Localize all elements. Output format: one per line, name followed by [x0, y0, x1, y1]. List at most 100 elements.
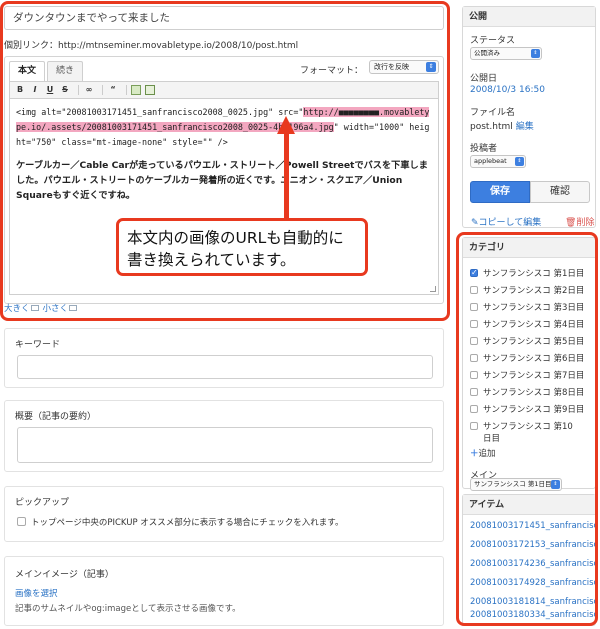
category-label: サンフランシスコ 第9日目 [483, 405, 585, 415]
author-value: applebeat [474, 157, 507, 165]
copy-edit-link[interactable]: ✎コピーして編集 [471, 215, 541, 228]
preview-button[interactable]: 確認 [530, 181, 590, 203]
format-select-value: 改行を反映 [374, 63, 409, 71]
category-checkbox[interactable] [470, 320, 478, 328]
category-item[interactable]: サンフランシスコ 第5日目 [470, 336, 584, 348]
category-label: サンフランシスコ 第10 [483, 422, 573, 432]
category-checkbox[interactable] [470, 286, 478, 294]
publish-heading: 公開 [463, 7, 595, 27]
expand-icon [30, 305, 39, 311]
category-label-continued: 日目 [483, 434, 501, 444]
title-input[interactable]: ダウンタウンまでやって来ました [4, 6, 444, 30]
pickup-checkbox[interactable] [17, 517, 26, 526]
chevron-updown-icon: ⇕ [426, 62, 436, 72]
resize-handle-icon[interactable] [430, 286, 436, 292]
category-item[interactable]: サンフランシスコ 第10 [470, 421, 573, 433]
add-category-link[interactable]: ＋追加 [470, 448, 496, 460]
image-tag-code: <img alt="20081003171451_sanfrancisco200… [16, 105, 432, 150]
category-checkbox[interactable] [470, 371, 478, 379]
shrink-icon [69, 305, 78, 311]
size-smaller-link[interactable]: 小さく [43, 302, 78, 314]
keyword-input[interactable] [17, 355, 433, 379]
category-checkbox[interactable] [470, 354, 478, 362]
publish-panel: 公開 ステータス 公開済み ⇕ 公開日 2008/10/3 16:50 ファイル… [462, 6, 596, 228]
save-button[interactable]: 保存 [470, 181, 530, 203]
category-item[interactable]: サンフランシスコ 第6日目 [470, 353, 584, 365]
filename-row: post.html 編集 [470, 119, 534, 132]
annotation-arrowhead-icon [277, 116, 295, 134]
category-checkbox[interactable] [470, 388, 478, 396]
category-label: サンフランシスコ 第6日目 [483, 354, 585, 364]
filename-value: post.html [470, 122, 513, 132]
category-item[interactable]: サンフランシスコ 第3日目 [470, 302, 584, 314]
category-checkbox-checked[interactable] [470, 267, 478, 279]
filename-label: ファイル名 [470, 108, 516, 118]
category-item[interactable]: サンフランシスコ 第7日目 [470, 370, 584, 382]
asset-link[interactable]: 20081003174236_sanfrancisco2008_0040.jpg [470, 559, 597, 569]
asset-link[interactable]: 20081003171451_sanfrancisco2008_0025.jpg [470, 521, 597, 531]
chevron-updown-icon: ⇕ [551, 480, 560, 489]
main-category-select[interactable]: サンフランシスコ 第1日目 ⇕ [470, 478, 562, 491]
link-icon[interactable]: ∞ [83, 84, 95, 96]
category-label: サンフランシスコ 第3日目 [483, 303, 585, 313]
tab-more[interactable]: 続き [47, 61, 84, 81]
asset-link[interactable]: 20081003181814_sanfrancisco2008_0057.jpg [470, 597, 597, 607]
asset-link[interactable]: 20081003180334_sanfrancisco2008_0052.jpg [470, 610, 597, 620]
status-value: 公開済み [474, 49, 500, 57]
keyword-panel: キーワード [4, 328, 444, 388]
category-label: サンフランシスコ 第8日目 [483, 388, 585, 398]
summary-textarea[interactable] [17, 427, 433, 463]
quote-icon[interactable]: “ [107, 84, 119, 96]
tab-body[interactable]: 本文 [9, 61, 46, 81]
italic-button[interactable]: I [29, 84, 41, 96]
strikethrough-button[interactable]: S [59, 84, 71, 96]
category-item[interactable]: サンフランシスコ 第9日目 [470, 404, 584, 416]
summary-panel: 概要（記事の要約） [4, 400, 444, 472]
date-label: 公開日 [470, 74, 498, 84]
bold-button[interactable]: B [14, 84, 26, 96]
category-item[interactable]: サンフランシスコ 第4日目 [470, 319, 584, 331]
category-item[interactable]: サンフランシスコ 第8日目 [470, 387, 584, 399]
category-label: サンフランシスコ 第7日目 [483, 371, 585, 381]
filename-edit-link[interactable]: 編集 [516, 122, 534, 132]
delete-label: 削除 [576, 218, 595, 228]
underline-button[interactable]: U [44, 84, 56, 96]
keyword-label: キーワード [15, 340, 61, 350]
copy-edit-label: コピーして編集 [478, 218, 542, 228]
status-select[interactable]: 公開済み ⇕ [470, 47, 542, 60]
date-value-link[interactable]: 2008/10/3 16:50 [470, 85, 545, 95]
size-smaller-label: 小さく [42, 304, 69, 314]
format-select[interactable]: 改行を反映 ⇕ [369, 60, 439, 74]
category-checkbox[interactable] [470, 422, 478, 430]
body-text: ケーブルカー／Cable Carが走っているパウエル・ストリート／Powell … [16, 160, 428, 201]
category-panel: カテゴリ サンフランシスコ 第1日目 サンフランシスコ 第2日目 サンフランシス… [462, 237, 596, 491]
category-checkbox[interactable] [470, 405, 478, 413]
select-image-link[interactable]: 画像を選択 [15, 587, 58, 599]
status-label: ステータス [470, 36, 516, 46]
delete-link[interactable]: 🗑削除 [565, 215, 594, 228]
insert-file-icon[interactable] [145, 85, 155, 95]
author-label: 投稿者 [470, 144, 498, 154]
category-checkbox[interactable] [470, 337, 478, 345]
main-image-note: 記事のサムネイルやog:imageとして表示させる画像です。 [15, 604, 241, 614]
trash-icon: 🗑 [565, 218, 577, 228]
plus-icon: ＋ [470, 449, 479, 459]
asset-link[interactable]: 20081003172153_sanfrancisco2008_0031.jpg [470, 540, 597, 550]
category-checkbox[interactable] [470, 303, 478, 311]
chevron-updown-icon: ⇕ [531, 49, 540, 58]
add-category-label: 追加 [478, 449, 496, 459]
category-item[interactable]: サンフランシスコ 第1日目 [470, 267, 584, 280]
items-panel: アイテム 20081003171451_sanfrancisco2008_002… [462, 494, 597, 626]
editor-size-links: 大きく 小さく [4, 302, 78, 314]
size-larger-link[interactable]: 大きく [4, 302, 39, 314]
pickup-panel: ピックアップ トップページ中央のPICKUP オススメ部分に表示する場合にチェッ… [4, 486, 444, 542]
editor-toolbar: B I U S ∞ “ [9, 81, 439, 99]
insert-image-icon[interactable] [131, 85, 141, 95]
pickup-label: ピックアップ [15, 498, 70, 508]
format-label: フォーマット： [299, 66, 363, 76]
callout-line-2: 書き換えられています。 [127, 251, 296, 269]
category-item[interactable]: サンフランシスコ 第2日目 [470, 285, 584, 297]
asset-link[interactable]: 20081003174928_sanfrancisco2008_0046.jpg [470, 578, 597, 588]
pickup-checkbox-text: トップページ中央のPICKUP オススメ部分に表示する場合にチェックを入れます。 [31, 518, 344, 528]
author-select[interactable]: applebeat ⇕ [470, 155, 526, 168]
